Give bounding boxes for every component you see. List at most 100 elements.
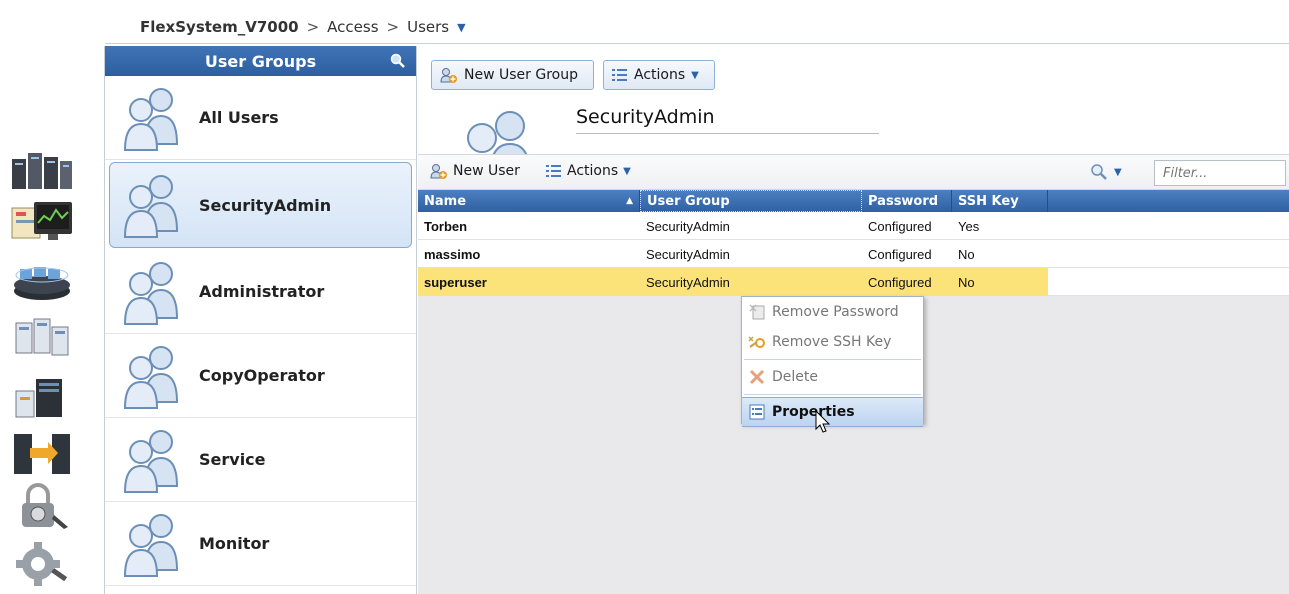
chevron-down-icon: ▼ [623, 165, 631, 177]
menu-item-delete[interactable]: Delete [742, 362, 923, 392]
breadcrumb-separator: > [386, 18, 400, 36]
group-label: SecurityAdmin [199, 195, 332, 215]
filter-options-button[interactable]: ▼ [1090, 163, 1122, 181]
menu-item-label: Delete [772, 369, 818, 385]
key-icon [748, 336, 765, 348]
new-user-group-label: New User Group [464, 67, 578, 83]
user-group-icon [123, 513, 179, 577]
group-label: Service [199, 450, 266, 469]
cell-ssh-key: Yes [958, 218, 980, 234]
user-actions-button[interactable]: Actions ▼ [546, 163, 631, 179]
settings-icon[interactable] [10, 540, 74, 586]
menu-item-remove-password[interactable]: Remove Password [742, 297, 923, 327]
cell-password: Configured [868, 218, 932, 234]
user-groups-header: User Groups [105, 46, 416, 76]
group-item-copyoperator[interactable]: CopyOperator [105, 334, 416, 418]
group-item-service[interactable]: Service [105, 418, 416, 502]
column-header-name[interactable]: Name ▲ [418, 190, 640, 212]
group-actions-button[interactable]: Actions ▼ [603, 60, 715, 90]
cell-filler [1048, 268, 1289, 296]
breadcrumb: FlexSystem_V7000 > Access > Users ▼ [140, 14, 466, 40]
context-menu: Remove Password Remove SSH Key Delete Pr… [741, 296, 924, 427]
column-header-filler [1048, 190, 1289, 212]
users-toolbar: New User Actions ▼ ▼ [418, 154, 1289, 190]
chevron-down-icon: ▼ [691, 69, 699, 81]
sort-ascending-icon: ▲ [626, 196, 633, 206]
chevron-down-icon: ▼ [1114, 166, 1122, 178]
column-header-user-group[interactable]: User Group [640, 190, 862, 212]
breadcrumb-separator: > [306, 18, 320, 36]
search-icon [1091, 164, 1107, 180]
table-row-selected[interactable]: superuser SecurityAdmin Configured No [418, 268, 1289, 296]
group-item-all-users[interactable]: All Users [105, 76, 416, 160]
menu-separator [744, 394, 921, 395]
cell-user-group: SecurityAdmin [646, 218, 730, 234]
group-item-monitor[interactable]: Monitor [105, 502, 416, 586]
users-table-body: Torben SecurityAdmin Configured Yes mass… [418, 212, 1289, 296]
user-group-icon [123, 429, 179, 493]
user-actions-label: Actions [567, 163, 619, 179]
title-underline [576, 133, 879, 134]
pools-icon[interactable] [10, 257, 74, 303]
column-header-password[interactable]: Password [862, 190, 952, 212]
cell-password: Configured [868, 246, 932, 262]
cell-ssh-key: No [958, 246, 975, 262]
cell-ssh-key: No [952, 268, 1048, 296]
user-groups-panel: User Groups All Users SecurityAdmin Admi… [104, 46, 417, 594]
hosts-icon[interactable] [10, 375, 74, 421]
home-icon[interactable] [10, 145, 74, 191]
header-divider [105, 43, 1289, 44]
remove-password-icon [749, 304, 765, 320]
cell-name: Torben [424, 218, 468, 234]
menu-separator [744, 359, 921, 360]
group-label: CopyOperator [199, 366, 325, 385]
monitoring-icon[interactable] [10, 198, 74, 244]
new-user-label: New User [453, 163, 520, 179]
menu-item-properties[interactable]: Properties [742, 397, 923, 427]
group-item-securityadmin[interactable]: SecurityAdmin [109, 162, 412, 248]
cell-filler [1048, 240, 1289, 268]
menu-item-remove-ssh-key[interactable]: Remove SSH Key [742, 327, 923, 357]
user-group-icon [458, 106, 538, 154]
cell-filler [1048, 212, 1289, 240]
copy-services-icon[interactable] [10, 430, 74, 476]
cell-name: superuser [418, 268, 640, 296]
group-label: Administrator [199, 282, 325, 301]
filter-input[interactable] [1154, 160, 1286, 186]
user-group-icon [123, 175, 179, 238]
new-user-group-button[interactable]: New User Group [431, 60, 594, 90]
mouse-cursor-icon [815, 410, 831, 433]
access-icon[interactable] [10, 483, 74, 529]
delete-icon [749, 369, 765, 385]
add-user-icon [430, 164, 447, 179]
table-row[interactable]: Torben SecurityAdmin Configured Yes [418, 212, 1289, 240]
breadcrumb-users[interactable]: Users [407, 18, 449, 36]
chevron-down-icon[interactable]: ▼ [457, 21, 465, 34]
user-groups-title: User Groups [204, 51, 317, 71]
group-label: All Users [199, 108, 279, 127]
column-header-ssh-key[interactable]: SSH Key [952, 190, 1048, 212]
list-icon [546, 165, 561, 177]
new-user-button[interactable]: New User [430, 163, 520, 179]
group-detail: New User Group Actions ▼ SecurityAdmin [418, 46, 1289, 154]
group-item-administrator[interactable]: Administrator [105, 250, 416, 334]
volumes-icon[interactable] [10, 315, 74, 361]
cell-user-group: SecurityAdmin [646, 246, 730, 262]
menu-item-label: Remove SSH Key [772, 334, 892, 350]
group-actions-label: Actions [634, 67, 686, 83]
properties-icon [749, 404, 765, 420]
selected-group-title: SecurityAdmin [576, 106, 715, 128]
users-table-header: Name ▲ User Group Password SSH Key [418, 190, 1289, 212]
list-icon [612, 69, 627, 81]
menu-item-label: Remove Password [772, 304, 899, 320]
search-icon[interactable] [390, 53, 406, 73]
menu-item-label: Properties [772, 404, 855, 420]
add-group-icon [440, 68, 457, 83]
cell-password: Configured [862, 268, 952, 296]
user-group-icon [123, 87, 179, 151]
breadcrumb-system[interactable]: FlexSystem_V7000 [140, 18, 299, 36]
breadcrumb-access[interactable]: Access [327, 18, 378, 36]
cell-name: massimo [424, 246, 481, 262]
group-label: Monitor [199, 534, 270, 553]
table-row[interactable]: massimo SecurityAdmin Configured No [418, 240, 1289, 268]
